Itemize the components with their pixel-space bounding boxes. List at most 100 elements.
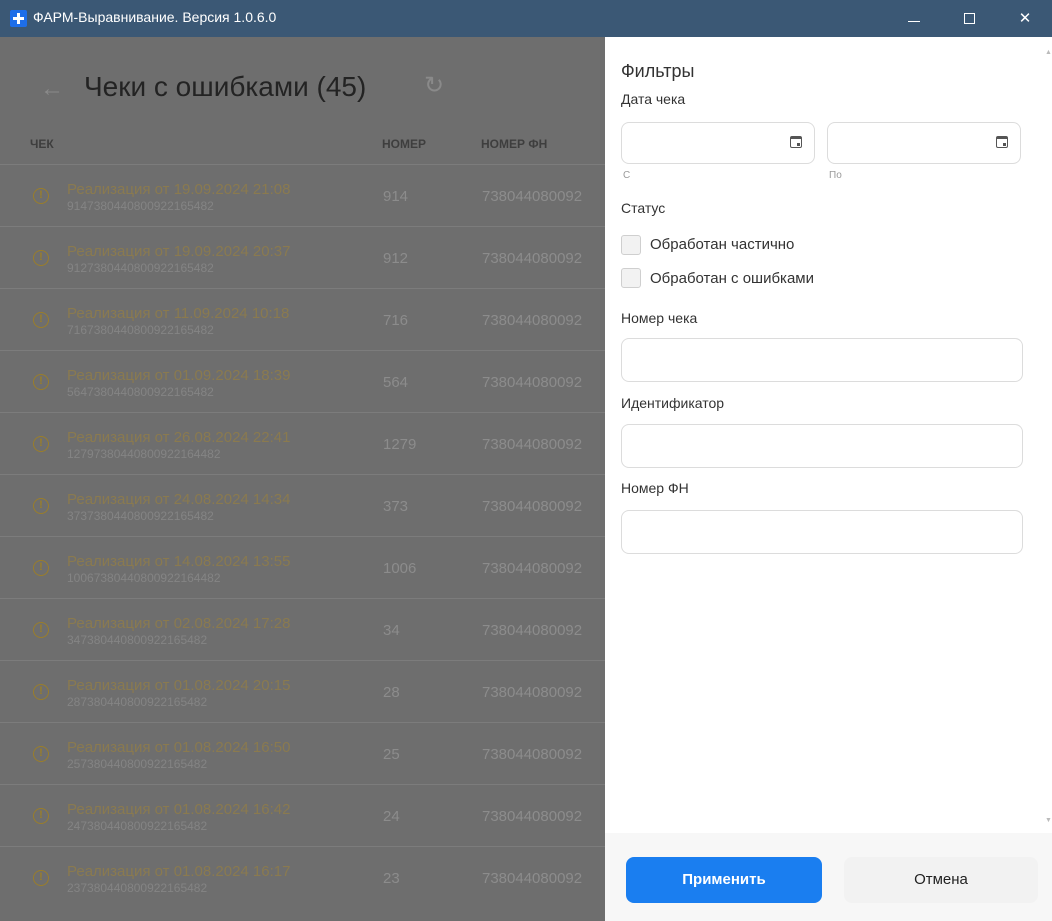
- row-title: Реализация от 01.08.2024 16:42: [67, 801, 291, 818]
- calendar-icon[interactable]: [790, 136, 802, 148]
- scroll-down-icon[interactable]: ▼: [1045, 817, 1052, 824]
- window-titlebar[interactable]: ФАРМ-Выравнивание. Версия 1.0.6.0 ✕: [0, 0, 1052, 37]
- row-title: Реализация от 24.08.2024 14:34: [67, 491, 291, 508]
- minimize-button[interactable]: [891, 0, 937, 37]
- status-partial-label[interactable]: Обработан частично: [650, 236, 794, 253]
- table-row[interactable]: ! Реализация от 01.09.2024 18:39 564 738044…: [0, 350, 605, 413]
- refresh-icon[interactable]: ↻: [424, 71, 444, 100]
- date-to-label: По: [829, 170, 842, 181]
- status-errors-checkbox[interactable]: [621, 268, 641, 288]
- row-title: Реализация от 26.08.2024 22:41: [67, 429, 291, 446]
- row-title: Реализация от 11.09.2024 10:18: [67, 305, 290, 322]
- date-to-field[interactable]: [827, 122, 1021, 164]
- date-label: Дата чека: [621, 91, 686, 107]
- calendar-icon[interactable]: [996, 136, 1008, 148]
- row-id: 9147380440800922165482: [67, 199, 214, 213]
- row-id: 287380440800922165482: [67, 695, 208, 709]
- app-icon: [10, 10, 27, 27]
- table-row[interactable]: ! Реализация от 02.08.2024 17:28 347380440…: [0, 598, 605, 661]
- receipts-page: ← Чеки с ошибками (45) ↻ ЧЕК НОМЕР НОМЕР…: [0, 37, 605, 921]
- close-icon: ✕: [1018, 10, 1032, 27]
- row-number: 914: [383, 188, 409, 205]
- row-number: 1006: [383, 560, 417, 577]
- date-from-field[interactable]: [621, 122, 815, 164]
- table-row[interactable]: ! Реализация от 19.09.2024 21:08 914738044…: [0, 164, 605, 227]
- receipt-number-input[interactable]: [621, 338, 1023, 382]
- table-row[interactable]: ! Реализация от 01.08.2024 16:42 247380440…: [0, 784, 605, 847]
- row-number: 564: [383, 374, 409, 391]
- row-number: 716: [383, 312, 409, 329]
- row-title: Реализация от 01.08.2024 20:15: [67, 677, 291, 694]
- fn-number-label: Номер ФН: [621, 480, 689, 496]
- row-number: 373: [383, 498, 409, 515]
- column-header-receipt[interactable]: ЧЕК: [30, 137, 54, 151]
- cancel-button[interactable]: Отмена: [844, 857, 1038, 903]
- row-number: 23: [383, 870, 400, 887]
- warning-icon: !: [33, 560, 49, 576]
- row-fn-number: 738044080092: [482, 560, 583, 577]
- row-fn-number: 738044080092: [482, 312, 583, 329]
- row-title: Реализация от 14.08.2024 13:55: [67, 553, 291, 570]
- date-from-label: С: [623, 170, 631, 181]
- page-title: Чеки с ошибками (45): [84, 71, 367, 102]
- row-fn-number: 738044080092: [482, 436, 583, 453]
- table-row[interactable]: ! Реализация от 11.09.2024 10:18 716738044…: [0, 288, 605, 351]
- row-id: 237380440800922165482: [67, 881, 208, 895]
- table-row[interactable]: ! Реализация от 24.08.2024 14:34 373738044…: [0, 474, 605, 537]
- row-id: 9127380440800922165482: [67, 261, 214, 275]
- row-number: 34: [383, 622, 400, 639]
- row-id: 3737380440800922165482: [67, 509, 214, 523]
- row-fn-number: 738044080092: [482, 684, 583, 701]
- row-fn-number: 738044080092: [482, 622, 583, 639]
- row-fn-number: 738044080092: [482, 374, 583, 391]
- warning-icon: !: [33, 684, 49, 700]
- column-header-fn[interactable]: НОМЕР ФН: [481, 137, 547, 151]
- table-row[interactable]: ! Реализация от 01.08.2024 16:17 237380440…: [0, 846, 605, 909]
- maximize-button[interactable]: [946, 0, 992, 37]
- maximize-icon: [964, 13, 975, 24]
- table-row[interactable]: ! Реализация от 01.08.2024 20:15 287380440…: [0, 660, 605, 723]
- row-id: 347380440800922165482: [67, 633, 208, 647]
- table-row[interactable]: ! Реализация от 14.08.2024 13:55 1006 73804…: [0, 536, 605, 599]
- table-row[interactable]: ! Реализация от 26.08.2024 22:41 127973804…: [0, 412, 605, 475]
- status-partial-checkbox[interactable]: [621, 235, 641, 255]
- column-header-number[interactable]: НОМЕР: [382, 137, 426, 151]
- window-title: ФАРМ-Выравнивание. Версия 1.0.6.0: [33, 9, 277, 25]
- warning-icon: !: [33, 870, 49, 886]
- warning-icon: !: [33, 312, 49, 328]
- row-id: 257380440800922165482: [67, 757, 208, 771]
- warning-icon: !: [33, 374, 49, 390]
- row-fn-number: 738044080092: [482, 188, 583, 205]
- warning-icon: !: [33, 808, 49, 824]
- row-fn-number: 738044080092: [482, 498, 583, 515]
- row-title: Реализация от 19.09.2024 21:08: [67, 181, 291, 198]
- row-number: 912: [383, 250, 409, 267]
- row-number: 25: [383, 746, 400, 763]
- row-number: 28: [383, 684, 400, 701]
- status-errors-label[interactable]: Обработан с ошибками: [650, 270, 814, 287]
- row-fn-number: 738044080092: [482, 746, 583, 763]
- table-row[interactable]: ! Реализация от 01.08.2024 16:50 257380440…: [0, 722, 605, 785]
- row-id: 7167380440800922165482: [67, 323, 214, 337]
- back-arrow-icon[interactable]: ←: [40, 75, 64, 103]
- warning-icon: !: [33, 622, 49, 638]
- warning-icon: !: [33, 436, 49, 452]
- row-fn-number: 738044080092: [482, 250, 583, 267]
- warning-icon: !: [33, 498, 49, 514]
- identifier-label: Идентификатор: [621, 395, 725, 411]
- close-button[interactable]: ✕: [1002, 0, 1048, 37]
- row-fn-number: 738044080092: [482, 870, 583, 887]
- identifier-input[interactable]: [621, 424, 1023, 468]
- row-title: Реализация от 01.09.2024 18:39: [67, 367, 291, 384]
- scroll-up-icon[interactable]: ▲: [1045, 49, 1052, 56]
- row-number: 24: [383, 808, 400, 825]
- row-id: 12797380440800922164482: [67, 447, 221, 461]
- filters-title: Фильтры: [621, 61, 695, 81]
- minimize-icon: [908, 21, 920, 22]
- row-title: Реализация от 02.08.2024 17:28: [67, 615, 291, 632]
- filters-footer: Применить Отмена: [605, 833, 1052, 921]
- receipt-number-label: Номер чека: [621, 310, 698, 326]
- table-row[interactable]: ! Реализация от 19.09.2024 20:37 912738044…: [0, 226, 605, 289]
- fn-number-input[interactable]: [621, 510, 1023, 554]
- apply-button[interactable]: Применить: [626, 857, 822, 903]
